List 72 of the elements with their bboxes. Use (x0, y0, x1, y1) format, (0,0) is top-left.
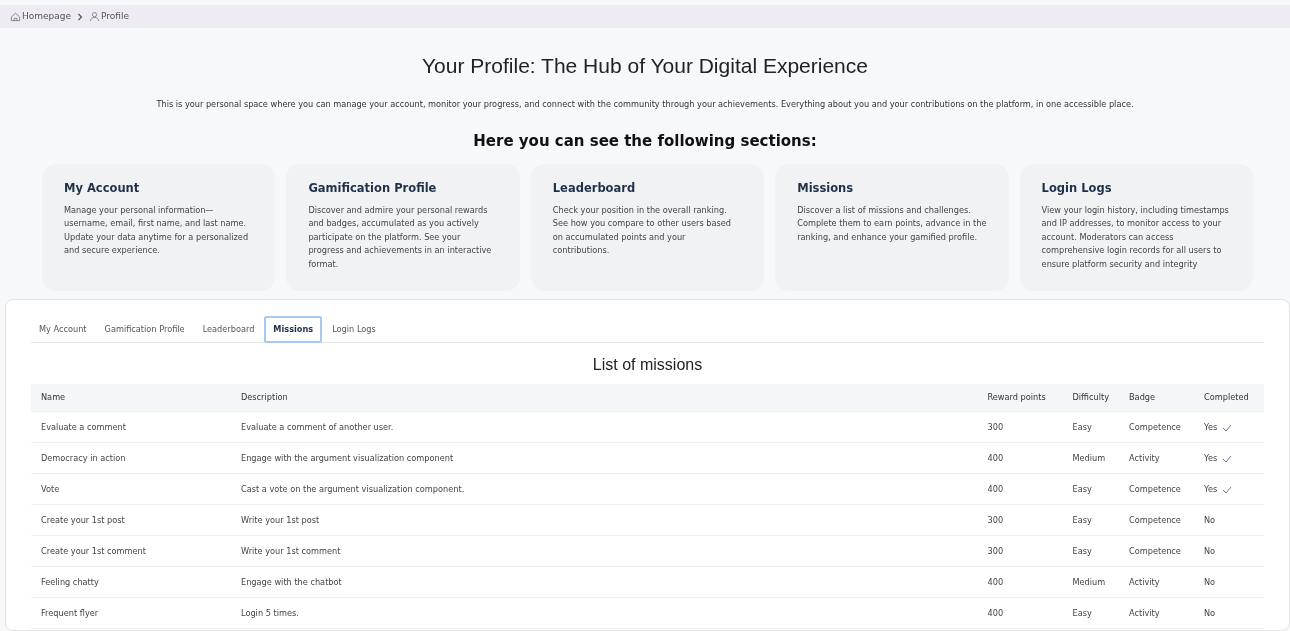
table-cell: 300 (987, 546, 1004, 557)
table-cell: Medium (1072, 577, 1106, 588)
completed-text: Yes (1204, 422, 1218, 433)
section-description: Discover and admire your personal rewards and badges, accumulated as you actively participate on the platform. See your progress and achievements in an interactive format. (308, 203, 493, 271)
section-description: Manage your personal information—username, email, first name, and last name. Update your data anytime for a personalized and secure experience. (64, 203, 250, 258)
table-cell: Write your 1st comment (241, 546, 341, 557)
sections-heading: Here you can see the following sections: (472, 132, 818, 151)
table-cell: Login 5 times. (241, 608, 299, 619)
home-icon (10, 11, 21, 22)
column-header: Badge (1119, 383, 1194, 412)
tab[interactable]: My Account (31, 316, 95, 343)
table-cell: Democracy in action (41, 453, 126, 464)
table-cell: Create your 1st post (41, 515, 125, 526)
table-cell: Activity (1129, 608, 1160, 619)
section-title: Login Logs (1041, 180, 1113, 198)
table-cell: Easy (1072, 546, 1092, 557)
section-title: Missions (797, 180, 855, 198)
table-cell: Create your 1st comment (41, 546, 146, 557)
completed-text: No (1204, 546, 1216, 557)
completed-text: Yes (1204, 484, 1218, 495)
tab[interactable]: Login Logs (324, 316, 384, 343)
table-cell: Easy (1072, 484, 1092, 495)
page-title: Your Profile: The Hub of Your Digital Experience (421, 53, 869, 79)
section-description: Discover a list of missions and challenges. Complete them to earn points, advance in the ranking, and enhance your gamified profile. (797, 203, 987, 244)
section-description: View your login history, including timestamps and IP addresses, to monitor access to your account. Moderators can access comprehensive login records for all users to ensure platform security and integrity (1041, 203, 1230, 271)
table-cell: 400 (987, 484, 1004, 495)
column-header: Difficulty (1062, 383, 1119, 412)
column-header: Description (231, 383, 978, 412)
table-cell: Write your 1st post (241, 515, 320, 526)
completed-text: No (1204, 577, 1216, 588)
column-header: Completed (1194, 383, 1264, 412)
tab[interactable]: Missions (264, 316, 323, 343)
breadcrumb-link[interactable]: Homepage (10, 9, 72, 24)
table-cell: Activity (1129, 577, 1160, 588)
table-cell: Competence (1129, 515, 1181, 526)
table-cell: Frequent flyer (41, 608, 99, 619)
table-cell: Competence (1129, 422, 1181, 433)
table-cell: Engage with the argument visualization component (241, 453, 454, 464)
table-cell: Feeling chatty (41, 577, 99, 588)
table-cell: Evaluate a comment of another user. (241, 422, 394, 433)
chevron-icon (77, 12, 84, 21)
table-cell: Vote (41, 484, 60, 495)
user-icon (89, 11, 101, 22)
table-cell: Medium (1072, 453, 1106, 464)
table-cell: Engage with the chatbot (241, 577, 342, 588)
table-cell: Competence (1129, 484, 1181, 495)
table-cell: 400 (987, 577, 1004, 588)
tab[interactable]: Gamification Profile (96, 316, 193, 343)
table-title: List of missions (591, 354, 704, 375)
table-cell: 400 (987, 453, 1004, 464)
section-title: My Account (64, 180, 141, 198)
section-title: Gamification Profile (308, 180, 438, 198)
section-description: Check your position in the overall ranking. See how you compare to other users based on accumulated points and your contributions. (552, 203, 733, 258)
table-cell: 300 (987, 515, 1004, 526)
table-cell: Easy (1072, 422, 1092, 433)
table-cell: 300 (987, 422, 1004, 433)
column-header: Name (31, 383, 231, 412)
table-cell: 400 (987, 608, 1004, 619)
tab[interactable]: Leaderboard (194, 316, 263, 343)
page-description: This is your personal space where you can manage your account, monitor your progress, and connect with the community through your achievements. Everything about you and your contributions on the platform, in one accessible place. (155, 98, 1135, 111)
completed-text: No (1204, 608, 1216, 619)
table-cell: Activity (1129, 453, 1160, 464)
table-cell: Competence (1129, 546, 1181, 557)
section-title: Leaderboard (552, 180, 637, 198)
column-header: Reward points (977, 383, 1063, 412)
table-cell: Evaluate a comment (41, 422, 126, 433)
table-cell: Cast a vote on the argument visualization component. (241, 484, 465, 495)
completed-text: No (1204, 515, 1216, 526)
breadcrumb-link[interactable]: Profile (89, 9, 130, 24)
completed-text: Yes (1204, 453, 1218, 464)
table-cell: Easy (1072, 515, 1092, 526)
table-cell: Easy (1072, 608, 1092, 619)
